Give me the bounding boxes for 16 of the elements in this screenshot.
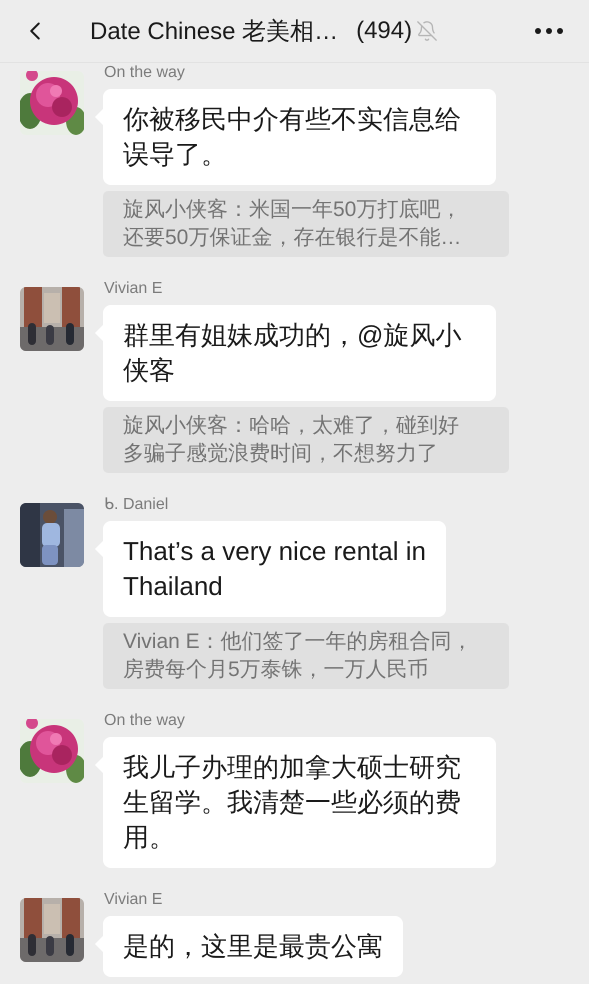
sender-name: On the way bbox=[104, 711, 185, 731]
sender-name: Vivian E bbox=[104, 890, 162, 910]
sender-name: On the way bbox=[104, 63, 185, 83]
sender-name: ᑲ. Daniel bbox=[104, 495, 168, 515]
chat-title: Date Chinese 老美相… bbox=[90, 17, 338, 47]
message-bubble: 群里有姐妹成功的，@旋风小侠客 bbox=[103, 305, 496, 401]
message-bubble: 我儿子办理的加拿大硕士研究生留学。我清楚一些必须的费用。 bbox=[103, 737, 496, 868]
message-bubble: 你被移民中介有些不实信息给误导了。 bbox=[103, 89, 496, 185]
quoted-message: Vivian E：他们签了一年的房租合同，房费每个月5万泰铢，一万人民币 bbox=[103, 623, 509, 689]
quoted-message: 旋风小侠客：米国一年50万打底吧，还要50万保证金，存在银行是不能… bbox=[103, 191, 509, 257]
member-count: (494) bbox=[356, 17, 412, 45]
sender-name: Vivian E bbox=[104, 279, 162, 299]
message-bubble: 是的，这里是最贵公寓 bbox=[103, 916, 403, 977]
message-bubble: That’s a very nice rental in Thailand bbox=[103, 521, 446, 617]
more-icon bbox=[535, 28, 563, 34]
quoted-message: 旋风小侠客：哈哈，太难了，碰到好多骗子感觉浪费时间，不想努力了 bbox=[103, 407, 509, 473]
